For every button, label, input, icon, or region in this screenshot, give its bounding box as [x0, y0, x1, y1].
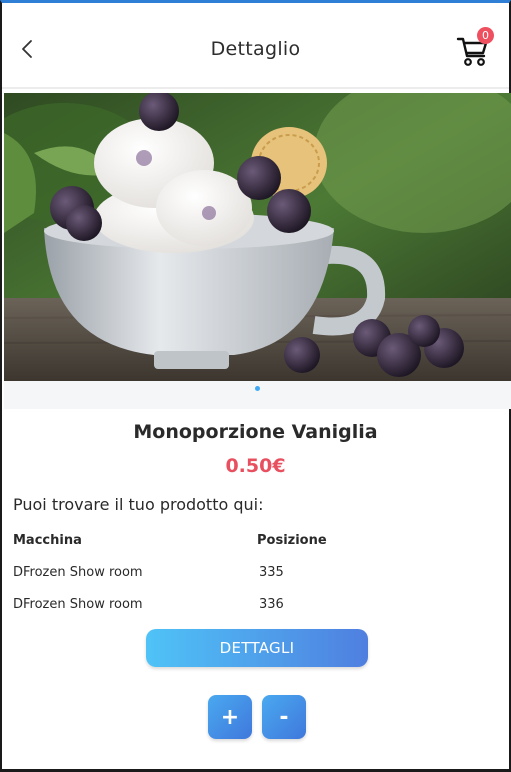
product-photo-illustration: [4, 93, 511, 381]
carousel-indicator: [4, 381, 511, 409]
app-frame: Dettaglio 0 Monoporzione Vaniglia 0.50€ …: [0, 0, 511, 772]
position-cell: 335: [259, 565, 284, 580]
product-price: 0.50€: [225, 455, 286, 477]
header-divider: [2, 87, 509, 89]
column-header-machine: Macchina: [13, 533, 82, 548]
app-header: Dettaglio 0: [2, 6, 509, 88]
column-header-position: Posizione: [257, 533, 327, 548]
product-name: Monoporzione Vaniglia: [133, 421, 378, 443]
location-intro-text: Puoi trovare il tuo prodotto qui:: [13, 495, 264, 514]
carousel-dot-active[interactable]: [255, 386, 260, 391]
cart-button[interactable]: 0: [456, 27, 496, 68]
decrease-quantity-button[interactable]: -: [262, 695, 306, 739]
machine-cell: DFrozen Show room: [13, 597, 143, 612]
details-button[interactable]: DETTAGLI: [146, 629, 368, 667]
page-title: Dettaglio: [210, 38, 301, 60]
position-cell: 336: [259, 597, 284, 612]
machine-cell: DFrozen Show room: [13, 565, 143, 580]
product-image[interactable]: [4, 93, 511, 381]
cart-count-badge: 0: [477, 27, 494, 44]
increase-quantity-button[interactable]: +: [208, 695, 252, 739]
